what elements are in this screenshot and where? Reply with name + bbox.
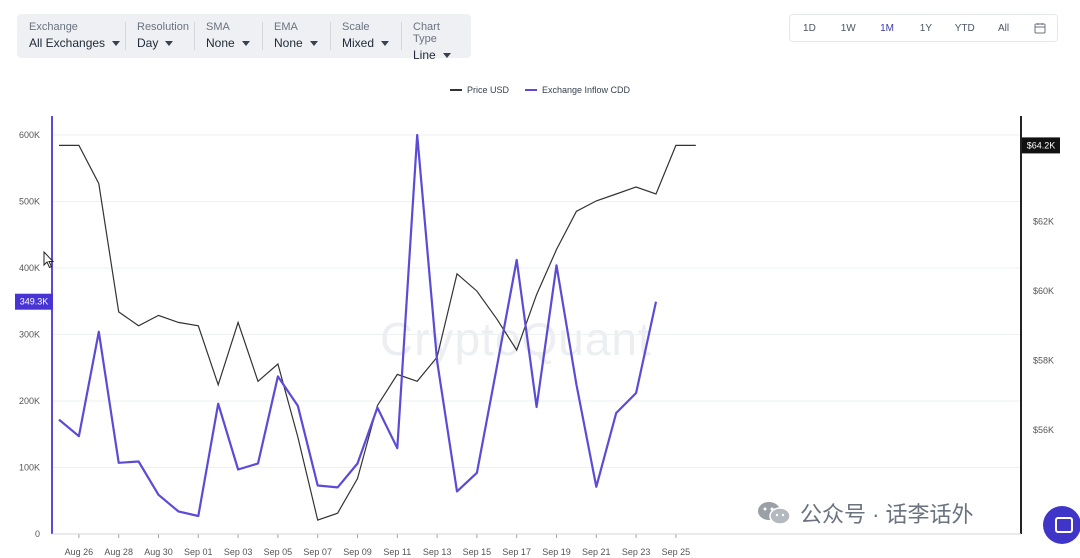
x-tick-label: Sep 15 [463,547,492,557]
chart-type-value: Line [413,48,436,62]
x-tick-label: Sep 03 [224,547,253,557]
x-tick-label: Sep 23 [622,547,651,557]
chart-legend: Price USD Exchange Inflow CDD [0,85,1080,95]
x-tick-label: Sep 05 [264,547,293,557]
mouse-cursor-icon [43,251,55,269]
y-left-tick-label: 600K [19,130,40,140]
y-left-tick-label: 400K [19,263,40,273]
chat-support-button[interactable] [1043,506,1080,544]
y-right-tick-label: $60K [1033,286,1054,296]
exchange-label: Exchange [29,21,78,33]
x-tick-label: Sep 11 [383,547,411,557]
exchange-value: All Exchanges [29,36,106,50]
sma-label: SMA [206,21,230,33]
chevron-down-icon [442,53,451,59]
legend-swatch-price [449,89,462,91]
sma-select[interactable]: SMA None [194,14,262,58]
resolution-label: Resolution [137,21,189,33]
ema-value: None [274,36,303,50]
scale-label: Scale [342,21,370,33]
chevron-down-icon [381,41,390,47]
x-tick-label: Sep 09 [343,547,372,557]
chevron-down-icon [241,41,250,47]
x-tick-label: Sep 13 [423,547,452,557]
legend-label-price: Price USD [466,85,509,95]
x-tick-label: Sep 07 [303,547,332,557]
range-1d-button[interactable]: 1D [790,23,829,34]
y-right-tick-label: $58K [1033,356,1054,366]
range-all-button[interactable]: All [984,23,1023,34]
x-tick-label: Aug 30 [144,547,173,557]
range-1m-button[interactable]: 1M [868,23,907,34]
legend-label-inflow: Exchange Inflow CDD [541,85,631,95]
x-tick-label: Sep 19 [542,547,571,557]
legend-item-inflow[interactable]: Exchange Inflow CDD [524,85,631,95]
x-tick-label: Sep 01 [184,547,213,557]
x-tick-label: Sep 17 [502,547,531,557]
chart-type-label: Chart Type [413,21,440,45]
legend-item-price[interactable]: Price USD [449,85,509,95]
exchange-select[interactable]: Exchange All Exchanges [17,14,125,58]
resolution-value: Day [137,36,159,50]
y-right-tick-label: $56K [1033,425,1054,435]
current-price-badge-text: $64.2K [1027,140,1056,150]
chevron-down-icon [165,41,174,47]
footer-watermark-text: 公众号 · 话李话外 [800,502,974,527]
legend-swatch-inflow [524,89,537,91]
current-inflow-badge [15,293,53,310]
ema-label: EMA [274,21,298,33]
y-left-tick-label: 100K [19,463,40,473]
y-left-tick-label: 200K [19,396,40,406]
current-price-badge [1022,137,1060,154]
x-tick-label: Sep 25 [662,547,691,557]
x-tick-label: Sep 21 [582,547,611,557]
range-ytd-button[interactable]: YTD [945,23,984,34]
wechat-icon [758,502,791,525]
scale-select[interactable]: Scale Mixed [330,14,401,58]
y-left-tick-label: 0 [35,529,40,539]
chart-toolbar: Exchange All Exchanges Resolution Day SM… [17,14,471,62]
current-inflow-badge-text: 349.3K [20,297,49,307]
time-range-selector: 1D 1W 1M 1Y YTD All [789,14,1058,42]
scale-value: Mixed [342,36,375,50]
chart-type-select[interactable]: Chart Type Line [401,14,471,62]
footer-watermark: 公众号 · 话李话外 [756,497,974,529]
x-tick-label: Aug 26 [65,547,94,557]
chevron-down-icon [112,41,121,47]
ema-select[interactable]: EMA None [262,14,330,58]
chevron-down-icon [309,41,318,47]
y-right-tick-label: $62K [1033,217,1054,227]
range-1w-button[interactable]: 1W [829,23,868,34]
x-tick-label: Aug 28 [104,547,133,557]
range-1y-button[interactable]: 1Y [906,23,945,34]
y-left-tick-label: 300K [19,330,40,340]
calendar-icon[interactable] [1023,22,1057,34]
sma-value: None [206,36,235,50]
resolution-select[interactable]: Resolution Day [125,14,194,58]
chart-canvas: 0 100K 200K 300K 400K 500K 600K $56K $58K $60K $62… [15,116,1060,557]
cryptoquant-watermark: CryptoQuant [380,313,652,365]
y-left-tick-label: 500K [19,197,40,207]
